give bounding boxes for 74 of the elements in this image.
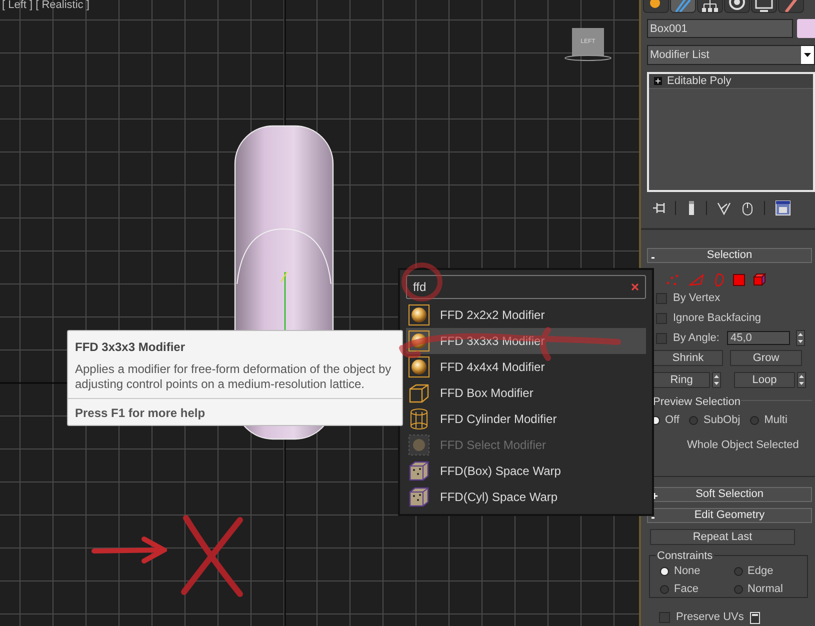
settings-icon[interactable] bbox=[750, 612, 760, 624]
space-warp-icon bbox=[408, 460, 430, 482]
rollout-header[interactable]: - Edit Geometry bbox=[647, 508, 812, 523]
color-swatch[interactable] bbox=[797, 19, 815, 38]
angle-field[interactable]: 45,0 bbox=[727, 331, 790, 346]
repeat-last-button[interactable]: Repeat Last bbox=[650, 528, 795, 545]
clear-icon[interactable] bbox=[631, 283, 639, 291]
radio-label[interactable]: SubObj bbox=[703, 412, 740, 429]
panel-tab[interactable] bbox=[751, 0, 777, 13]
modifier-result-item[interactable]: FFD 3x3x3 Modifier bbox=[406, 328, 646, 354]
lattice-box-icon bbox=[408, 382, 430, 404]
modifier-result-item[interactable]: FFD(Cyl) Space Warp bbox=[406, 484, 646, 510]
panel-button[interactable]: Shrink bbox=[653, 350, 723, 366]
panel-tab[interactable] bbox=[778, 0, 804, 13]
modifier-result-item[interactable]: FFD Cylinder Modifier bbox=[406, 406, 646, 432]
search-field[interactable]: ffd bbox=[406, 275, 646, 299]
panel-button[interactable]: Grow bbox=[730, 350, 802, 366]
checkbox-label[interactable]: Ignore Backfacing bbox=[673, 310, 762, 327]
rollout-toggle[interactable]: - bbox=[651, 248, 655, 266]
radio-label[interactable]: Off bbox=[665, 412, 680, 429]
radio-button[interactable] bbox=[734, 584, 742, 594]
display-tab-icon bbox=[753, 0, 775, 12]
viewport-label[interactable]: [ Left ] [ Realistic ] bbox=[2, 0, 90, 11]
radio-button[interactable] bbox=[689, 416, 698, 426]
rollout-header[interactable]: - Selection bbox=[647, 248, 812, 264]
checkbox-label[interactable]: Preserve UVs bbox=[676, 609, 744, 626]
spinner-icon[interactable] bbox=[797, 372, 806, 388]
panel-tab[interactable] bbox=[697, 0, 723, 13]
selection-status: Whole Object Selected bbox=[686, 438, 800, 454]
modifier-result-item[interactable]: FFD Box Modifier bbox=[406, 380, 646, 406]
checkbox[interactable] bbox=[656, 312, 667, 324]
polygon-icon[interactable] bbox=[733, 274, 745, 286]
modifier-result-item[interactable]: FFD 4x4x4 Modifier bbox=[406, 354, 646, 380]
panel-button[interactable]: Loop bbox=[734, 372, 795, 388]
radio-label[interactable]: None bbox=[674, 562, 700, 580]
radio-label[interactable]: Normal bbox=[748, 580, 783, 598]
radio-button[interactable] bbox=[750, 416, 760, 426]
bar-icon[interactable] bbox=[686, 200, 696, 216]
radio-button[interactable] bbox=[734, 566, 742, 576]
checkbox[interactable] bbox=[656, 332, 667, 344]
checkbox[interactable] bbox=[656, 292, 667, 304]
object-name-field[interactable]: Box001 bbox=[647, 19, 793, 38]
element-icon[interactable] bbox=[753, 273, 766, 286]
radio-label[interactable]: Face bbox=[674, 580, 698, 598]
hierarchy-tab-icon bbox=[699, 0, 721, 12]
tooltip-help: Press F1 for more help bbox=[75, 405, 206, 422]
mouse-icon[interactable] bbox=[741, 200, 754, 216]
radio-label[interactable]: Multi bbox=[764, 412, 788, 429]
caret-icon bbox=[804, 53, 811, 57]
radio-label[interactable]: Edge bbox=[748, 562, 774, 580]
spinner-icon[interactable] bbox=[796, 330, 806, 346]
configure-icon[interactable] bbox=[775, 200, 791, 216]
expand-icon[interactable] bbox=[654, 77, 662, 85]
panel-tab[interactable] bbox=[724, 0, 750, 13]
checkbox-label[interactable]: By Angle: bbox=[673, 330, 720, 347]
radio-button[interactable] bbox=[660, 584, 669, 594]
checkbox[interactable] bbox=[659, 612, 670, 624]
compass-ring-icon[interactable] bbox=[563, 54, 613, 62]
tooltip-description: Applies a modifier for free-form deformation of the object by adjusting control points on a medium-resolution lattice. bbox=[75, 362, 392, 392]
checkbox-label[interactable]: By Vertex bbox=[673, 290, 720, 307]
modifier-list-dropdown[interactable]: Modifier List bbox=[647, 45, 815, 65]
lattice-cylinder-icon bbox=[408, 408, 430, 430]
radio-button[interactable] bbox=[660, 566, 669, 576]
axis-gizmo-icon bbox=[281, 272, 289, 332]
lattice-select-icon bbox=[408, 434, 430, 456]
panel-tab[interactable] bbox=[670, 0, 696, 13]
spinner-icon[interactable] bbox=[712, 372, 721, 388]
panel-button[interactable]: Ring bbox=[653, 372, 710, 388]
tooltip-title: FFD 3x3x3 Modifier bbox=[75, 339, 186, 356]
modifier-result-item[interactable]: FFD(Box) Space Warp bbox=[406, 458, 646, 484]
motion-tab-icon bbox=[726, 0, 748, 12]
modifier-result-item[interactable]: FFD 2x2x2 Modifier bbox=[406, 302, 646, 328]
space-warp-icon bbox=[408, 486, 430, 508]
panel-tab[interactable] bbox=[643, 0, 669, 13]
